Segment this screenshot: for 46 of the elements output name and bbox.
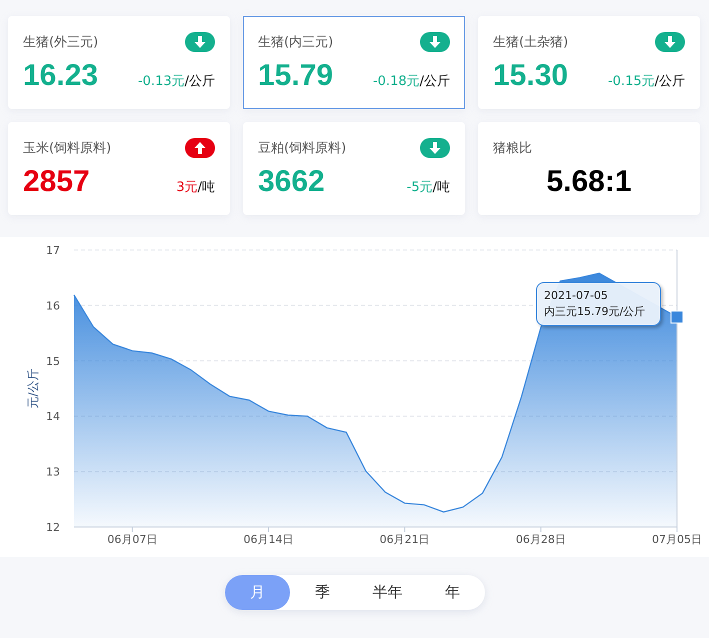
price-unit: /公斤 xyxy=(654,74,685,89)
period-tab[interactable]: 年 xyxy=(420,575,485,610)
card-title: 生猪(土杂猪) xyxy=(493,34,568,51)
x-tick-label: 07月05日 xyxy=(652,533,702,546)
data-point-marker xyxy=(670,310,684,324)
y-axis-title: 元/公斤 xyxy=(26,368,40,409)
period-tab[interactable]: 半年 xyxy=(355,575,420,610)
y-tick-label: 13 xyxy=(46,466,60,479)
price-value: 15.30 xyxy=(493,59,568,93)
y-tick-label: 14 xyxy=(46,410,60,424)
price-change: -0.15元 xyxy=(608,74,655,89)
y-tick-label: 15 xyxy=(46,354,60,368)
x-tick-label: 06月28日 xyxy=(516,533,566,546)
y-tick-label: 12 xyxy=(46,521,60,534)
x-tick-label: 06月07日 xyxy=(107,533,158,546)
x-tick-label: 06月21日 xyxy=(380,533,430,546)
tooltip-value: 内三元15.79元/公斤 xyxy=(544,304,646,320)
price-value: 16.23 xyxy=(23,59,98,93)
card-title: 猪粮比 xyxy=(493,140,532,157)
price-card[interactable]: 生猪(内三元) 15.79 -0.18元/公斤 xyxy=(243,16,465,109)
price-value: 2857 xyxy=(23,165,90,199)
price-card[interactable]: 玉米(饲料原料) 2857 3元/吨 xyxy=(8,122,230,215)
price-change: -0.13元 xyxy=(138,74,185,89)
card-title: 生猪(外三元) xyxy=(23,34,98,51)
price-card[interactable]: 生猪(土杂猪) 15.30 -0.15元/公斤 xyxy=(478,16,700,109)
tooltip-date: 2021-07-05 xyxy=(544,288,609,304)
period-tab[interactable]: 季 xyxy=(290,575,355,610)
price-value: 3662 xyxy=(258,165,325,199)
price-unit: /吨 xyxy=(432,180,450,195)
price-card[interactable]: 猪粮比 5.68:1 xyxy=(478,122,700,215)
price-unit: /吨 xyxy=(198,180,215,195)
card-title: 豆粕(饲料原料) xyxy=(258,140,346,157)
x-tick-label: 06月14日 xyxy=(244,533,294,546)
card-title: 生猪(内三元) xyxy=(258,34,334,51)
price-change: -0.18元 xyxy=(372,74,420,89)
y-tick-label: 17 xyxy=(46,244,60,257)
price-unit: /公斤 xyxy=(420,74,450,89)
ratio-value: 5.68:1 xyxy=(546,165,632,199)
card-title: 玉米(饲料原料) xyxy=(23,140,112,157)
price-unit: /公斤 xyxy=(184,74,215,89)
price-change: 3元 xyxy=(176,180,198,195)
y-tick-label: 16 xyxy=(46,299,60,312)
price-card[interactable]: 豆粕(饲料原料) 3662 -5元/吨 xyxy=(243,122,465,215)
price-value: 15.79 xyxy=(258,59,334,93)
price-card[interactable]: 生猪(外三元) 16.23 -0.13元/公斤 xyxy=(8,16,230,109)
price-change: -5元 xyxy=(406,180,433,195)
